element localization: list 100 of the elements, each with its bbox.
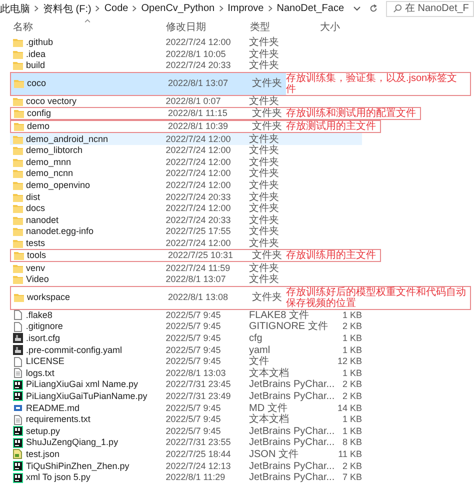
file-type: 文件夹 <box>252 78 283 90</box>
file-name[interactable]: demo_libtorch <box>26 145 166 156</box>
file-type: JetBrains PyChar... <box>249 460 336 472</box>
file-name[interactable]: coco <box>27 78 168 90</box>
file-type: 文件 <box>248 356 270 368</box>
file-size: 1 KB <box>341 368 362 379</box>
file-name[interactable]: demo_android_ncnn <box>26 134 166 145</box>
annotation-note: 存放训练好后的模型权重文件和代码自动保存视频的位置 <box>286 286 467 308</box>
file-name[interactable]: .flake8 <box>26 310 166 321</box>
file-type: MD 文件 <box>249 402 288 414</box>
file-name[interactable]: nanodet <box>26 214 166 226</box>
modified-date: 2022/5/7 9:45 <box>166 426 222 437</box>
modified-date: 2022/7/24 11:59 <box>166 262 232 274</box>
selected-row[interactable]: coco 2022/8/1 13:07 文件夹 <box>11 72 286 95</box>
file-name[interactable]: tests <box>26 238 166 250</box>
modified-date: 2022/5/7 9:45 <box>166 310 222 321</box>
file-name[interactable]: TiQuShiPinZhen_Zhen.py <box>26 460 166 472</box>
breadcrumb-item[interactable]: Improve <box>228 3 264 14</box>
column-header[interactable]: 修改日期 <box>166 20 250 34</box>
file-name[interactable]: tools <box>27 250 168 262</box>
file-type: JetBrains PyChar... <box>249 472 336 484</box>
file-size: 1 KB <box>341 414 362 426</box>
refresh-icon[interactable] <box>369 4 378 13</box>
file-type: JSON 文件 <box>249 448 300 460</box>
folder-icon <box>13 146 23 156</box>
file-name[interactable]: demo <box>27 121 168 132</box>
file-name[interactable]: coco vectory <box>26 96 166 108</box>
modified-date: 2022/7/31 23:45 <box>166 379 232 390</box>
file-name[interactable]: config <box>27 108 168 120</box>
file-name[interactable]: README.md <box>26 402 166 414</box>
file-name[interactable]: LICENSE <box>26 356 166 368</box>
file-type: 文件夹 <box>252 250 283 262</box>
file-type: 文件夹 <box>249 262 280 274</box>
file-size: 1 KB <box>341 344 362 356</box>
dropdown-icon[interactable] <box>353 6 362 11</box>
file-name[interactable]: requirements.txt <box>26 414 166 426</box>
file-name[interactable]: .idea <box>26 48 166 60</box>
file-name[interactable]: docs <box>26 203 166 214</box>
file-type: 文件夹 <box>252 292 283 303</box>
file-name[interactable]: venv <box>26 262 166 274</box>
folder-icon <box>14 293 24 302</box>
file-name[interactable]: test.json <box>26 448 166 460</box>
file-type: 文件夹 <box>249 214 280 226</box>
file-name[interactable]: .gitignore <box>26 321 166 332</box>
hovered-row[interactable]: demo_android_ncnn 2022/7/24 12:00 文件夹 <box>10 133 362 145</box>
file-type: 文件夹 <box>249 192 280 203</box>
file-name[interactable]: xml To json 5.py <box>26 472 166 484</box>
folder-icon <box>13 216 23 225</box>
folder-icon <box>13 275 23 284</box>
file-name[interactable]: PiLiangXiuGai xml Name.py <box>26 379 166 390</box>
file-name[interactable]: setup.py <box>26 426 166 437</box>
folder-icon <box>13 227 23 236</box>
file-name[interactable]: PiLiangXiuGaiTuPianName.py <box>26 390 166 402</box>
file-type: 文本文档 <box>248 414 290 426</box>
modified-date: 2022/5/7 9:45 <box>166 344 222 356</box>
file-name[interactable]: dist <box>26 192 166 203</box>
column-header[interactable]: 名称 <box>13 20 166 34</box>
file-type: 文件夹 <box>249 145 280 156</box>
file-name[interactable]: build <box>26 60 166 72</box>
file-size: 1 KB <box>341 332 362 344</box>
file-type: 文件夹 <box>249 48 280 60</box>
file-type: 文件夹 <box>252 108 283 120</box>
file-type: JetBrains PyChar... <box>249 437 336 448</box>
file-name[interactable]: demo_ncnn <box>26 168 166 180</box>
file-name[interactable]: .pre-commit-config.yaml <box>26 344 166 356</box>
breadcrumb-item[interactable]: NanoDet_Face <box>276 3 344 14</box>
file-type: JetBrains PyChar... <box>249 426 336 437</box>
file-name[interactable]: logs.txt <box>26 368 166 379</box>
breadcrumb-item[interactable]: 此电脑 <box>0 2 30 16</box>
breadcrumb-item[interactable]: 资料包 (F:) <box>43 2 92 16</box>
modified-date: 2022/7/25 10:31 <box>168 250 234 262</box>
file-name[interactable]: Video <box>26 274 166 286</box>
file-name[interactable]: demo_openvino <box>26 180 166 192</box>
folder-icon <box>13 50 23 59</box>
file-size: 2 KB <box>341 379 362 390</box>
file-type: cfg <box>249 332 264 344</box>
folder-icon <box>13 181 23 190</box>
text-file-icon <box>14 368 22 378</box>
address-bar[interactable]: 此电脑 资料包 (F:) Code OpenCv_Python Improve NanoDet_Face <box>0 0 350 17</box>
breadcrumb-item[interactable]: OpenCv_Python <box>141 3 215 14</box>
column-header[interactable]: 类型 <box>250 20 320 34</box>
file-name[interactable]: .github <box>26 37 166 48</box>
pycharm-file-icon <box>13 391 23 402</box>
breadcrumb-item[interactable]: Code <box>104 3 128 14</box>
modified-date: 2022/8/1 10:39 <box>168 121 230 132</box>
file-name[interactable]: ShuJuZengQiang_1.py <box>26 437 166 448</box>
annotation-note: 存放测试用的主文件 <box>286 121 377 132</box>
pycharm-file-icon <box>13 472 23 483</box>
search-field[interactable]: 在 NanoDet_F <box>386 0 474 16</box>
column-header[interactable]: 大小 <box>320 20 360 34</box>
file-type: 文件夹 <box>249 168 280 180</box>
file-name[interactable]: nanodet.egg-info <box>26 226 166 238</box>
file-name[interactable]: workspace <box>27 292 168 303</box>
chevron-icon <box>132 5 138 12</box>
file-icon <box>14 356 22 367</box>
pycharm-file-icon <box>13 438 23 448</box>
modified-date: 2022/8/1 13:03 <box>166 368 227 379</box>
file-name[interactable]: demo_mnn <box>26 156 166 168</box>
file-name[interactable]: .isort.cfg <box>26 332 166 344</box>
modified-date: 2022/7/25 17:55 <box>166 226 232 238</box>
